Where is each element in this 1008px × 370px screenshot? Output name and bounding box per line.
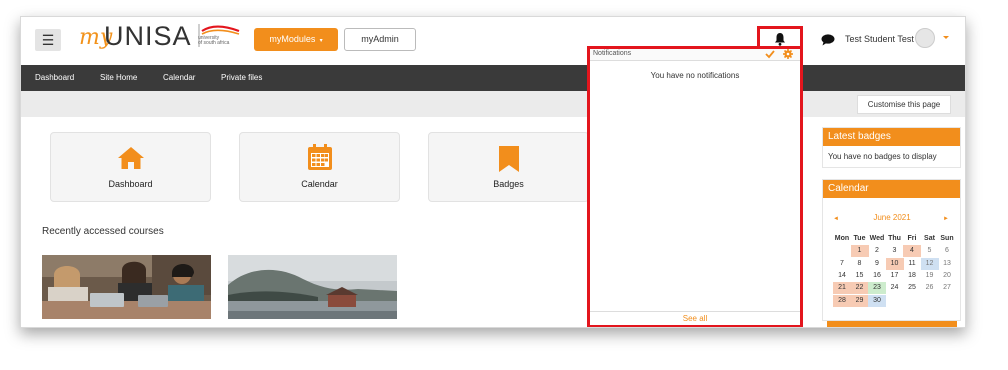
calendar-month-label[interactable]: June 2021 [827,213,957,222]
next-block-header [827,321,957,327]
calendar-day[interactable]: 10 [885,257,904,270]
customise-page-button[interactable]: Customise this page [857,95,951,114]
nav-item-dashboard[interactable]: Dashboard [35,65,74,91]
see-all-link[interactable]: See all [590,311,800,325]
nav-item-site-home[interactable]: Site Home [100,65,137,91]
calendar-day[interactable]: 23 [868,282,886,295]
messages-icon[interactable] [821,34,835,46]
user-avatar[interactable] [915,28,935,48]
nav-item-private-files[interactable]: Private files [221,65,262,91]
latest-badges-title: Latest badges [823,128,960,146]
logo-unisa-text: UNISA [104,21,192,51]
hamburger-menu-button[interactable]: ☰ [35,29,61,51]
logo-subtitle: university of south africa [198,36,229,46]
calendar-day[interactable]: 30 [868,294,886,307]
calendar-day[interactable]: 21 [833,282,851,295]
calendar-day[interactable]: 26 [921,282,939,294]
calendar-day[interactable]: 19 [921,270,939,282]
calendar-day[interactable]: 22 [850,282,869,295]
tile-calendar[interactable]: Calendar [239,132,400,202]
calendar-day[interactable]: 8 [851,258,869,270]
caret-down-icon: ▾ [317,38,323,44]
calendar-weekday: Wed [869,235,885,242]
tile-dashboard-label: Dashboard [108,179,153,189]
calendar-day[interactable]: 1 [850,245,869,258]
notifications-title: Notifications [593,50,632,57]
calendar-day[interactable]: 15 [851,270,869,282]
calendar-day[interactable]: 20 [938,270,956,282]
calendar-weekday: Sun [940,235,954,242]
calendar-weekday: Sat [924,235,935,242]
calendar-day[interactable]: 11 [903,258,921,270]
calendar-day[interactable]: 4 [903,245,921,258]
user-name[interactable]: Test Student Test 1 [845,34,921,44]
calendar-day[interactable]: 7 [833,258,851,270]
calendar-day[interactable]: 3 [886,245,904,257]
calendar-day[interactable]: 2 [868,245,886,257]
course-photo-landscape [228,255,397,319]
notifications-header: Notifications [590,49,800,61]
no-badges-text: You have no badges to display [828,152,937,161]
calendar-day[interactable]: 12 [920,257,939,270]
bell-icon [775,33,785,46]
bookmark-icon [498,146,519,172]
calendar-day[interactable]: 28 [833,294,851,307]
mymodules-button[interactable]: myModules ▾ [254,28,338,51]
mark-all-read-icon[interactable] [765,49,775,59]
mymodules-label: myModules [269,34,316,44]
nav-item-calendar[interactable]: Calendar [163,65,195,91]
tile-calendar-label: Calendar [301,179,338,189]
recent-courses-heading: Recently accessed courses [42,226,164,237]
latest-badges-block: Latest badges You have no badges to disp… [822,127,961,168]
calendar-day[interactable]: 5 [921,245,939,257]
course-photo-people [42,255,211,319]
calendar-day[interactable]: 24 [886,282,904,294]
page-header-bar [21,91,965,117]
calendar-icon [307,144,332,170]
calendar-day[interactable]: 27 [938,282,956,294]
tile-badges-label: Badges [493,179,524,189]
calendar-day[interactable]: 13 [938,258,956,270]
calendar-weekday: Mon [834,235,850,242]
hamburger-icon: ☰ [41,32,55,48]
no-notifications-text: You have no notifications [650,71,740,80]
calendar-day[interactable]: 6 [938,245,956,257]
calendar-weekday: Thu [888,235,901,242]
calendar-day[interactable]: 16 [868,270,886,282]
calendar-day[interactable]: 17 [886,270,904,282]
tile-dashboard[interactable]: Dashboard [50,132,211,202]
calendar-day[interactable]: 14 [833,270,851,282]
calendar-day[interactable]: 25 [903,282,921,294]
calendar-day[interactable]: 18 [903,270,921,282]
calendar-weekday: Tue [853,235,866,242]
moodle-window: ☰ my UNISA university of south africa my… [20,16,966,328]
myadmin-button[interactable]: myAdmin [344,28,416,51]
calendar-weekday: Fri [907,235,917,242]
calendar-block-title: Calendar [823,180,960,198]
course-card-image-2[interactable] [228,255,397,319]
calendar-day[interactable]: 29 [850,294,869,307]
calendar-next-arrow[interactable]: ► [943,216,949,222]
home-icon [117,147,144,169]
primary-nav: Dashboard Site Home Calendar Private fil… [21,65,965,91]
course-card-image-1[interactable] [42,255,211,319]
gear-icon[interactable] [783,49,793,59]
notifications-popover: Notifications You have no notifications … [587,46,803,327]
logo-sub-line2: of south africa [198,40,230,46]
top-header: ☰ my UNISA university of south africa my… [21,17,965,65]
tile-badges[interactable]: Badges [428,132,589,202]
calendar-day[interactable]: 9 [868,258,886,270]
user-menu-caret-icon[interactable] [943,36,949,39]
